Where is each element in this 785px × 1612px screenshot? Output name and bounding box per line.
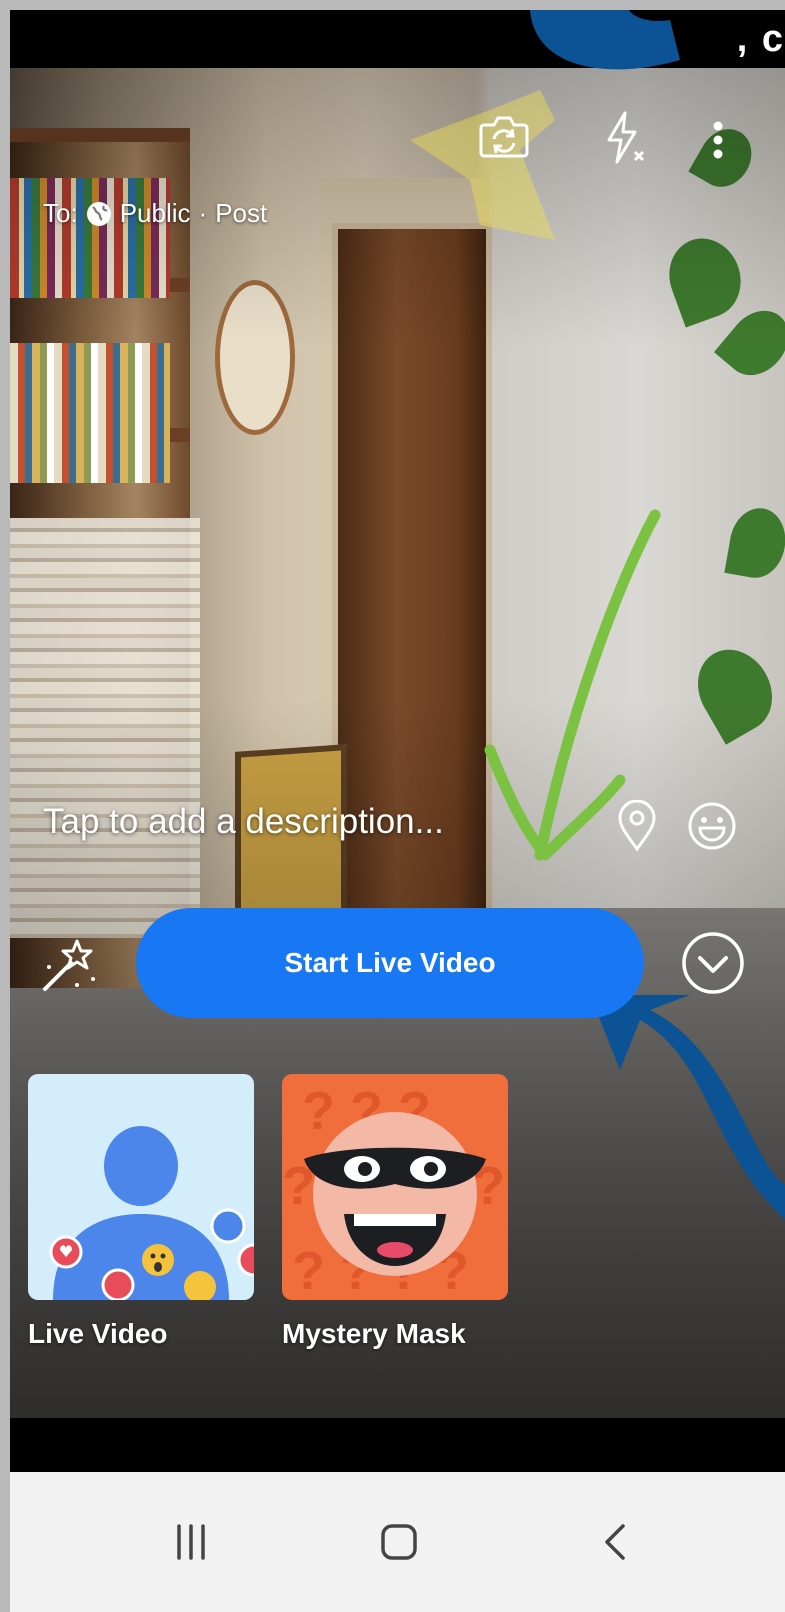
annotation-blue-stroke	[530, 10, 680, 70]
start-live-video-button[interactable]: Start Live Video	[136, 908, 644, 1018]
live-video-illustration	[49, 1126, 254, 1300]
flip-camera-button[interactable]	[474, 106, 534, 166]
more-vertical-icon	[713, 121, 723, 159]
effects-button[interactable]	[34, 930, 104, 1000]
bottom-spacer	[10, 1418, 785, 1470]
effect-mystery-mask-tile[interactable]: ? ? ? ? ? ? ? ? ?	[282, 1074, 508, 1300]
expand-options-button[interactable]	[680, 930, 746, 996]
audience-separator: ·	[198, 198, 208, 228]
magic-wand-icon	[43, 939, 95, 991]
camera-flip-icon	[479, 116, 529, 158]
screen: , c To: Public · Post Tap to add a descr…	[10, 10, 785, 1612]
location-pin-icon	[618, 800, 656, 852]
system-navigation-bar	[10, 1472, 785, 1612]
effect-live-video-tile[interactable]	[28, 1074, 254, 1300]
home-icon	[381, 1524, 417, 1560]
audience-label: Public	[119, 198, 191, 228]
flash-button[interactable]	[594, 106, 654, 170]
chevron-down-circle-icon	[682, 932, 744, 994]
mystery-mask-illustration: ? ? ? ? ? ? ? ? ?	[282, 1081, 505, 1300]
back-icon	[605, 1524, 625, 1560]
flash-off-icon	[607, 111, 645, 164]
feeling-button[interactable]	[682, 796, 742, 856]
effect-live-video-label: Live Video	[28, 1318, 168, 1349]
effect-mystery-mask-label: Mystery Mask	[282, 1318, 466, 1349]
live-setup-overlay: To: Public · Post Tap to add a descripti…	[10, 10, 785, 1470]
location-button[interactable]	[610, 796, 664, 856]
back-button[interactable]	[580, 1512, 650, 1572]
recents-button[interactable]	[156, 1512, 226, 1572]
smiley-icon	[688, 802, 736, 850]
audience-prefix: To:	[43, 198, 78, 228]
annotation-blue-arrow	[590, 995, 785, 1220]
audience-selector[interactable]: To: Public · Post	[43, 198, 267, 229]
recents-icon	[177, 1524, 205, 1560]
more-options-button[interactable]	[700, 110, 736, 170]
description-input[interactable]: Tap to add a description...	[43, 802, 444, 842]
home-button[interactable]	[364, 1512, 434, 1572]
globe-icon	[86, 201, 111, 226]
destination-label: Post	[215, 198, 268, 228]
